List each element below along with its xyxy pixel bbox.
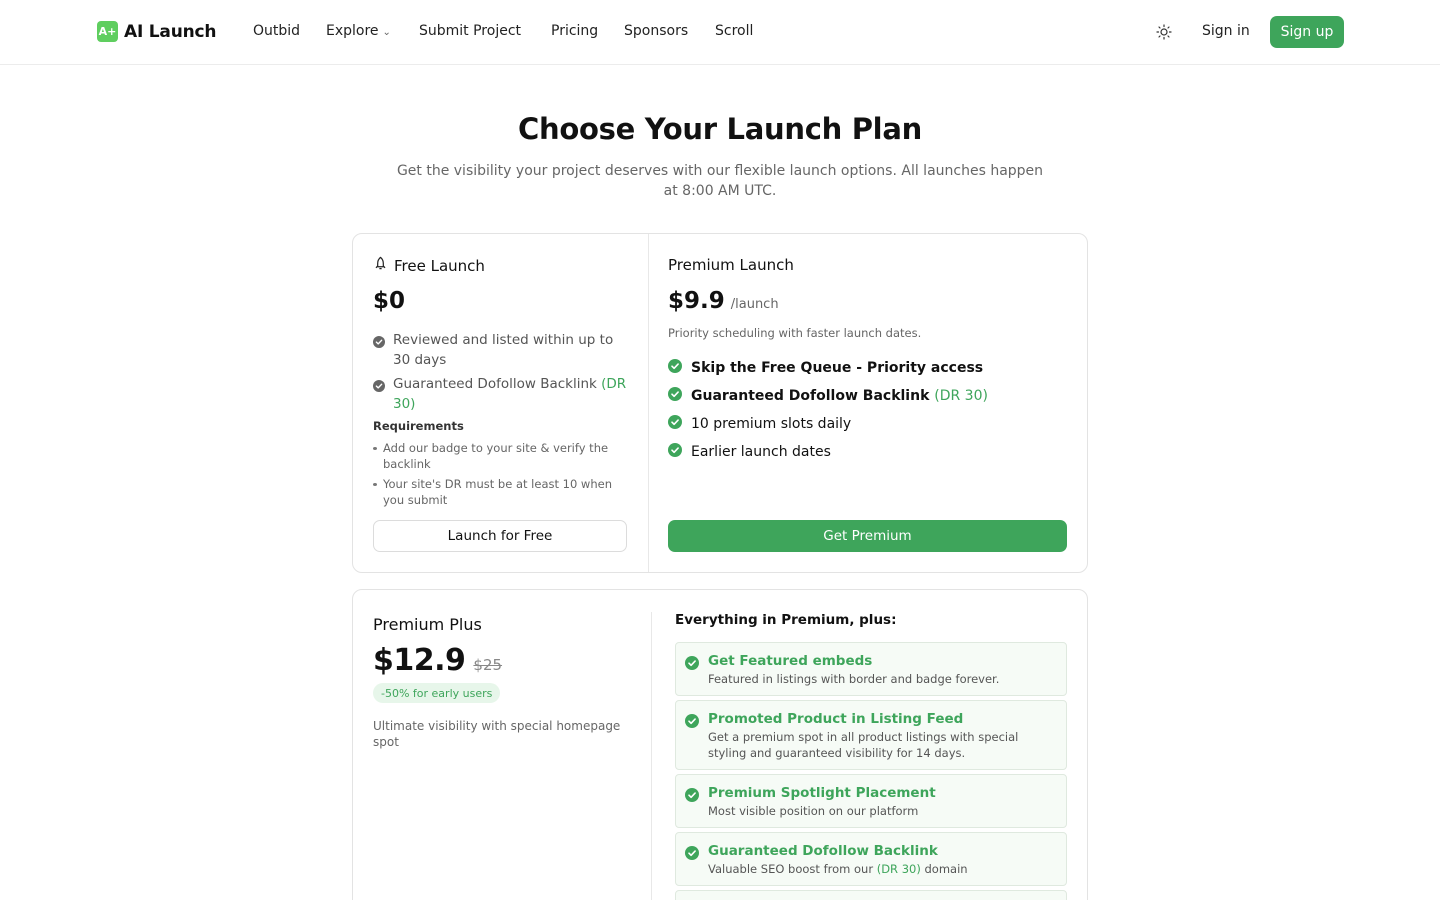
premium-plus-price-value: $12.9 (373, 643, 466, 678)
sign-up-button[interactable]: Sign up (1270, 16, 1344, 48)
free-features-list: Reviewed and listed within up to 30 days… (373, 330, 629, 418)
nav-scroll[interactable]: Scroll (715, 23, 753, 39)
bullet-icon (373, 483, 377, 486)
feature-title: Premium Spotlight Placement (708, 785, 936, 801)
premium-price-unit: /launch (730, 297, 779, 312)
requirement-text: Add our badge to your site & verify the … (383, 441, 609, 471)
free-feature-text: Reviewed and listed within up to 30 days (393, 332, 614, 368)
card-divider (651, 612, 652, 900)
check-circle-icon (685, 845, 699, 864)
nav-explore-label: Explore (326, 23, 379, 39)
free-feature: Reviewed and listed within up to 30 days (373, 330, 629, 370)
premium-plan-price: $9.9 /launch (668, 288, 779, 314)
bullet-icon (373, 447, 377, 450)
free-feature-text: Guaranteed Dofollow Backlink (DR 30) (393, 374, 629, 414)
requirements-list: Add our badge to your site & verify the … (373, 440, 629, 512)
check-circle-icon (668, 359, 682, 377)
feature-description: Most visible position on our platform (708, 804, 919, 818)
premium-feature-text: Skip the Free Queue - Priority access (691, 360, 984, 376)
premium-plus-feature: Premium Spotlight Placement Most visible… (675, 774, 1067, 828)
free-feature-label: Guaranteed Dofollow Backlink (393, 376, 602, 392)
premium-plus-title: Premium Plus (373, 615, 482, 634)
launch-plans-card: Free Launch $0 Reviewed and listed withi… (352, 233, 1088, 573)
feature-title: Guaranteed Dofollow Backlink (708, 843, 938, 859)
premium-plus-description: Ultimate visibility with special homepag… (373, 719, 621, 749)
page-subtitle: Get the visibility your project deserves… (396, 163, 1044, 199)
premium-feature: 10 premium slots daily (668, 410, 1068, 438)
check-circle-icon (668, 443, 682, 461)
premium-plus-feature: Get Featured embeds Featured in listings… (675, 642, 1067, 696)
feature-description-post: domain (920, 862, 968, 876)
premium-feature-text: 10 premium slots daily (691, 416, 852, 432)
discount-badge: -50% for early users (373, 683, 501, 703)
nav-outbid[interactable]: Outbid (253, 23, 300, 39)
nav-explore[interactable]: Explore ⌄ (326, 23, 391, 39)
top-header: A+ AI Launch Outbid Explore ⌄ Submit Pro… (0, 0, 1440, 65)
premium-feature-text: Guaranteed Dofollow Backlink (DR 30) (691, 388, 988, 404)
premium-plus-feature: Promoted Product in Listing Feed Get a p… (675, 700, 1067, 770)
nav-pricing[interactable]: Pricing (551, 23, 598, 39)
check-circle-icon (685, 787, 699, 806)
premium-plus-old-price: $25 (473, 656, 503, 674)
premium-plus-features-list: Get Featured embeds Featured in listings… (675, 642, 1067, 900)
free-plan-title-label: Free Launch (394, 256, 485, 275)
logo[interactable]: A+ AI Launch (97, 21, 216, 42)
check-circle-icon (373, 378, 385, 414)
feature-title: Get Featured embeds (708, 653, 873, 669)
dr-badge-text: (DR 30) (934, 388, 988, 404)
requirement-text: Your site's DR must be at least 10 when … (383, 477, 612, 507)
theme-toggle-sun-icon[interactable] (1154, 22, 1174, 42)
get-premium-button[interactable]: Get Premium (668, 520, 1067, 552)
premium-feature: Earlier launch dates (668, 438, 1068, 466)
feature-description: Featured in listings with border and bad… (708, 672, 1000, 686)
premium-description: Priority scheduling with faster launch d… (668, 326, 922, 340)
premium-plus-price: $12.9 $25 (373, 643, 502, 678)
free-feature: Guaranteed Dofollow Backlink (DR 30) (373, 374, 629, 414)
page-title: Choose Your Launch Plan (518, 112, 922, 146)
free-plan-title: Free Launch (373, 256, 485, 275)
premium-plus-feature (675, 890, 1067, 900)
premium-feature: Guaranteed Dofollow Backlink (DR 30) (668, 382, 1068, 410)
check-circle-icon (668, 387, 682, 405)
premium-feature-text: Earlier launch dates (691, 444, 831, 460)
premium-features-list: Skip the Free Queue - Priority access Gu… (668, 354, 1068, 466)
check-circle-icon (373, 334, 385, 370)
dr-badge-text: (DR 30) (876, 862, 921, 876)
logo-mark-icon: A+ (97, 21, 118, 42)
requirement-item: Your site's DR must be at least 10 when … (373, 476, 629, 508)
premium-plus-features-title: Everything in Premium, plus: (675, 612, 897, 628)
premium-price-value: $9.9 (668, 288, 725, 314)
premium-plus-card: Premium Plus $12.9 $25 -50% for early us… (352, 589, 1088, 900)
premium-feature: Skip the Free Queue - Priority access (668, 354, 1068, 382)
launch-free-button[interactable]: Launch for Free (373, 520, 627, 552)
check-circle-icon (685, 713, 699, 732)
premium-plan-title: Premium Launch (668, 256, 794, 274)
requirements-title: Requirements (373, 419, 464, 433)
nav-sponsors[interactable]: Sponsors (624, 23, 688, 39)
free-plan-price: $0 (373, 288, 406, 314)
rocket-icon (373, 256, 388, 275)
feature-description: Valuable SEO boost from our (DR 30) doma… (708, 861, 1056, 877)
feature-title: Promoted Product in Listing Feed (708, 711, 964, 727)
check-circle-icon (668, 415, 682, 433)
premium-feature-label: Guaranteed Dofollow Backlink (691, 388, 935, 404)
premium-plus-feature: Guaranteed Dofollow Backlink Valuable SE… (675, 832, 1067, 886)
logo-text: AI Launch (124, 21, 217, 42)
card-divider (648, 234, 649, 572)
sign-in-link[interactable]: Sign in (1202, 23, 1250, 39)
check-circle-icon (685, 655, 699, 674)
feature-description-pre: Valuable SEO boost from our (708, 862, 877, 876)
chevron-down-icon: ⌄ (382, 26, 391, 38)
feature-description: Get a premium spot in all product listin… (708, 730, 1019, 760)
requirement-item: Add our badge to your site & verify the … (373, 440, 629, 472)
nav-submit-project[interactable]: Submit Project (419, 23, 521, 39)
